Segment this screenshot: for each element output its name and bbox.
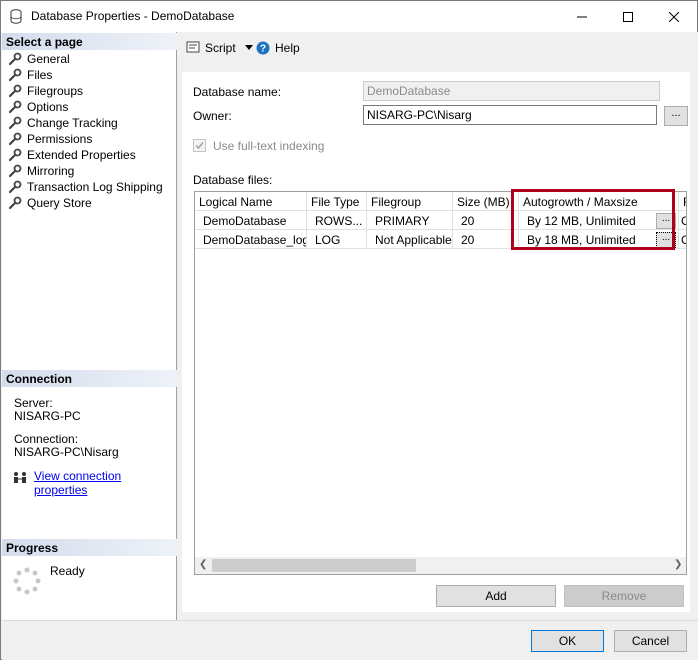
wrench-icon (8, 132, 22, 146)
horizontal-scrollbar[interactable]: ❮ ❯ (195, 557, 686, 574)
page-item-mirroring[interactable]: Mirroring (8, 163, 74, 179)
fulltext-label: Use full-text indexing (213, 139, 325, 153)
minimize-icon (577, 16, 587, 17)
page-item-label: Files (27, 68, 53, 82)
page-item-label: Extended Properties (27, 148, 136, 162)
wrench-icon (8, 196, 22, 210)
connection-value: NISARG-PC\Nisarg (14, 445, 119, 459)
page-item-permissions[interactable]: Permissions (8, 131, 92, 147)
database-properties-window: Database Properties - DemoDatabase Selec… (0, 0, 698, 660)
maximize-button[interactable] (605, 1, 651, 32)
connection-properties-icon (14, 472, 26, 483)
right-pane: Script ? Help Database name: DemoDatabas… (178, 32, 698, 620)
db-name-field: DemoDatabase (363, 81, 660, 101)
checkmark-icon (195, 142, 204, 150)
maximize-icon (623, 11, 633, 22)
page-item-files[interactable]: Files (8, 67, 52, 83)
page-item-label: Transaction Log Shipping (27, 180, 163, 194)
column-header-logical-name[interactable]: Logical Name (195, 192, 307, 211)
page-item-label: Options (27, 100, 69, 114)
column-header-filegroup[interactable]: Filegroup (367, 192, 453, 211)
server-value: NISARG-PC (14, 409, 81, 423)
select-page-header: Select a page (2, 33, 177, 50)
table-cell-size[interactable]: 20 (453, 211, 519, 230)
help-icon: ? (256, 41, 270, 55)
table-cell-file-type[interactable]: ROWS... (307, 211, 367, 230)
wrench-icon (8, 116, 22, 130)
wrench-icon (8, 100, 22, 114)
dialog-button-bar: OK Cancel (2, 620, 698, 660)
minimize-button[interactable] (559, 1, 605, 32)
table-cell-file-type[interactable]: LOG (307, 230, 367, 249)
remove-button[interactable]: Remove (564, 585, 684, 607)
page-item-filegroups[interactable]: Filegroups (8, 83, 83, 99)
page-item-change-tracking[interactable]: Change Tracking (8, 115, 118, 131)
db-files-label: Database files: (193, 173, 273, 187)
title-bar: Database Properties - DemoDatabase (1, 1, 697, 32)
connection-label: Connection: (14, 432, 79, 446)
view-connection-properties-link[interactable]: View connection properties (34, 469, 176, 497)
column-header-size[interactable]: Size (MB) (453, 192, 519, 211)
table-cell-logical-name[interactable]: DemoDatabase_log (195, 230, 307, 249)
svg-text:?: ? (260, 44, 266, 55)
wrench-icon (8, 148, 22, 162)
column-header-file-type[interactable]: File Type (307, 192, 367, 211)
add-button[interactable]: Add (436, 585, 556, 607)
script-label: Script (205, 41, 236, 55)
owner-field[interactable]: NISARG-PC\Nisarg (363, 105, 657, 125)
progress-spinner-icon (13, 567, 41, 595)
page-item-query-store[interactable]: Query Store (8, 195, 92, 211)
page-item-label: Change Tracking (27, 116, 118, 130)
database-icon (10, 9, 22, 24)
ok-button[interactable]: OK (531, 630, 604, 652)
wrench-icon (8, 164, 22, 178)
page-item-options[interactable]: Options (8, 99, 68, 115)
wrench-icon (8, 180, 22, 194)
db-name-label: Database name: (193, 85, 282, 99)
table-cell-path[interactable]: C (679, 211, 686, 230)
help-label: Help (275, 41, 300, 55)
window-title: Database Properties - DemoDatabase (31, 9, 235, 23)
table-cell-filegroup[interactable]: PRIMARY (367, 211, 453, 230)
wrench-icon (8, 84, 22, 98)
server-label: Server: (14, 396, 53, 410)
page-item-label: Filegroups (27, 84, 84, 98)
close-icon (669, 11, 679, 22)
progress-header: Progress (2, 539, 177, 556)
scrollbar-thumb[interactable] (212, 559, 416, 572)
wrench-icon (8, 52, 22, 66)
files-page-content: Database name: DemoDatabase Owner: NISAR… (182, 72, 690, 612)
table-cell-filegroup[interactable]: Not Applicable (367, 230, 453, 249)
fulltext-checkbox (193, 139, 206, 152)
page-item-extended-properties[interactable]: Extended Properties (8, 147, 136, 163)
autogrowth-highlight-box (511, 189, 675, 250)
toolbar: Script ? Help (178, 32, 698, 64)
owner-label: Owner: (193, 109, 232, 123)
page-item-label: General (27, 52, 70, 66)
table-cell-size[interactable]: 20 (453, 230, 519, 249)
page-item-label: Permissions (27, 132, 93, 146)
page-item-general[interactable]: General (8, 51, 70, 67)
progress-status: Ready (50, 564, 85, 578)
connection-header: Connection (2, 370, 177, 387)
close-button[interactable] (651, 1, 697, 32)
wrench-icon (8, 68, 22, 82)
page-item-label: Mirroring (27, 164, 75, 178)
chevron-down-icon (244, 45, 253, 50)
scroll-right-icon[interactable]: ❯ (674, 560, 684, 570)
table-cell-path[interactable]: C (679, 230, 686, 249)
scroll-left-icon[interactable]: ❮ (199, 560, 209, 570)
script-button[interactable]: Script (186, 41, 253, 55)
owner-browse-button[interactable]: ... (664, 106, 688, 126)
cancel-button[interactable]: Cancel (614, 630, 687, 652)
help-button[interactable]: ? Help (256, 41, 300, 55)
page-item-label: Query Store (27, 196, 92, 210)
table-cell-logical-name[interactable]: DemoDatabase (195, 211, 307, 230)
column-header-path[interactable]: F (679, 192, 686, 211)
page-item-transaction-log-shipping[interactable]: Transaction Log Shipping (8, 179, 163, 195)
script-icon (186, 41, 200, 53)
left-pane: Select a page General Files Filegroups O… (2, 32, 177, 620)
